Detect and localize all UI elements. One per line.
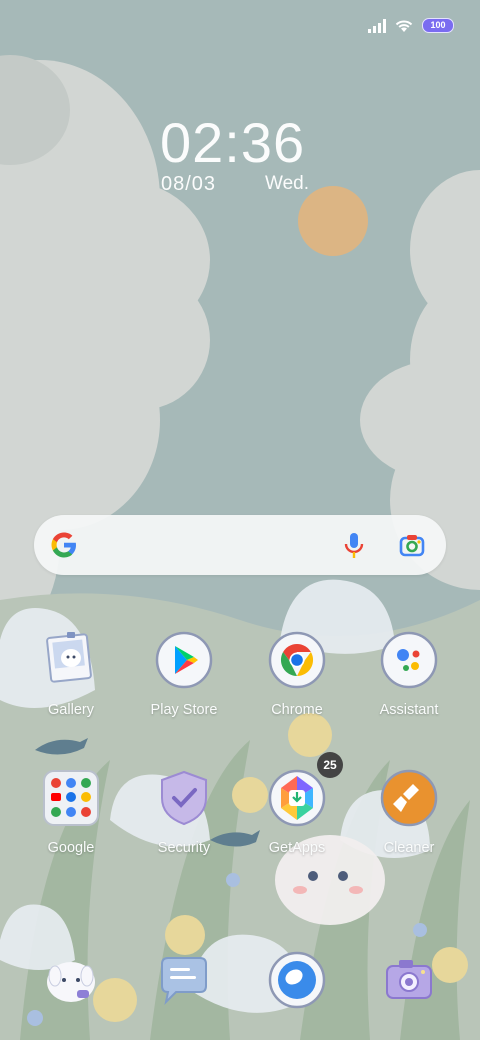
assistant-icon (379, 630, 439, 690)
dock-browser[interactable] (249, 950, 345, 1010)
app-label: Google (47, 840, 95, 856)
cleaner-icon (379, 768, 439, 828)
google-g-icon (51, 532, 76, 558)
play-store-icon (154, 630, 214, 690)
battery-indicator: 100 (422, 18, 454, 33)
app-chrome[interactable]: Chrome (249, 630, 345, 718)
camera-icon (379, 950, 439, 1010)
app-label: Play Store (150, 702, 218, 718)
clock-weekday: Wed. (265, 173, 310, 194)
app-gallery[interactable]: Gallery (23, 630, 119, 718)
phone-icon (41, 950, 101, 1010)
browser-icon (267, 950, 327, 1010)
dock-messages[interactable] (136, 950, 232, 1010)
app-label: Gallery (48, 702, 94, 718)
app-play-store[interactable]: Play Store (136, 630, 232, 718)
notification-badge: 25 (317, 752, 343, 778)
app-label: Security (157, 840, 211, 856)
wifi-icon (395, 20, 413, 32)
folder-google[interactable]: Google (23, 768, 119, 856)
getapps-icon: 25 (267, 752, 343, 828)
dock-phone[interactable] (23, 950, 119, 1010)
app-security[interactable]: Security (136, 768, 232, 856)
app-cleaner[interactable]: Cleaner (361, 768, 457, 856)
app-label: Assistant (379, 702, 439, 718)
signal-icon (368, 18, 386, 33)
app-label: GetApps (268, 840, 326, 856)
microphone-icon[interactable] (340, 531, 368, 561)
clock-time: 02:36 (160, 111, 306, 174)
google-folder-icon (41, 768, 101, 828)
google-lens-icon[interactable] (398, 531, 426, 559)
app-getapps[interactable]: 25 GetApps (249, 752, 345, 856)
app-assistant[interactable]: Assistant (361, 630, 457, 718)
gallery-icon (41, 630, 101, 690)
clock-date: 08/03 (161, 173, 217, 195)
app-label: Chrome (271, 702, 323, 718)
status-bar: 100 (0, 0, 480, 56)
dock-camera[interactable] (361, 950, 457, 1010)
messages-icon (154, 950, 214, 1010)
chrome-icon (267, 630, 327, 690)
app-label: Cleaner (383, 840, 435, 856)
google-search-bar[interactable] (34, 515, 446, 575)
security-icon (154, 768, 214, 828)
status-icons: 100 (368, 18, 454, 33)
